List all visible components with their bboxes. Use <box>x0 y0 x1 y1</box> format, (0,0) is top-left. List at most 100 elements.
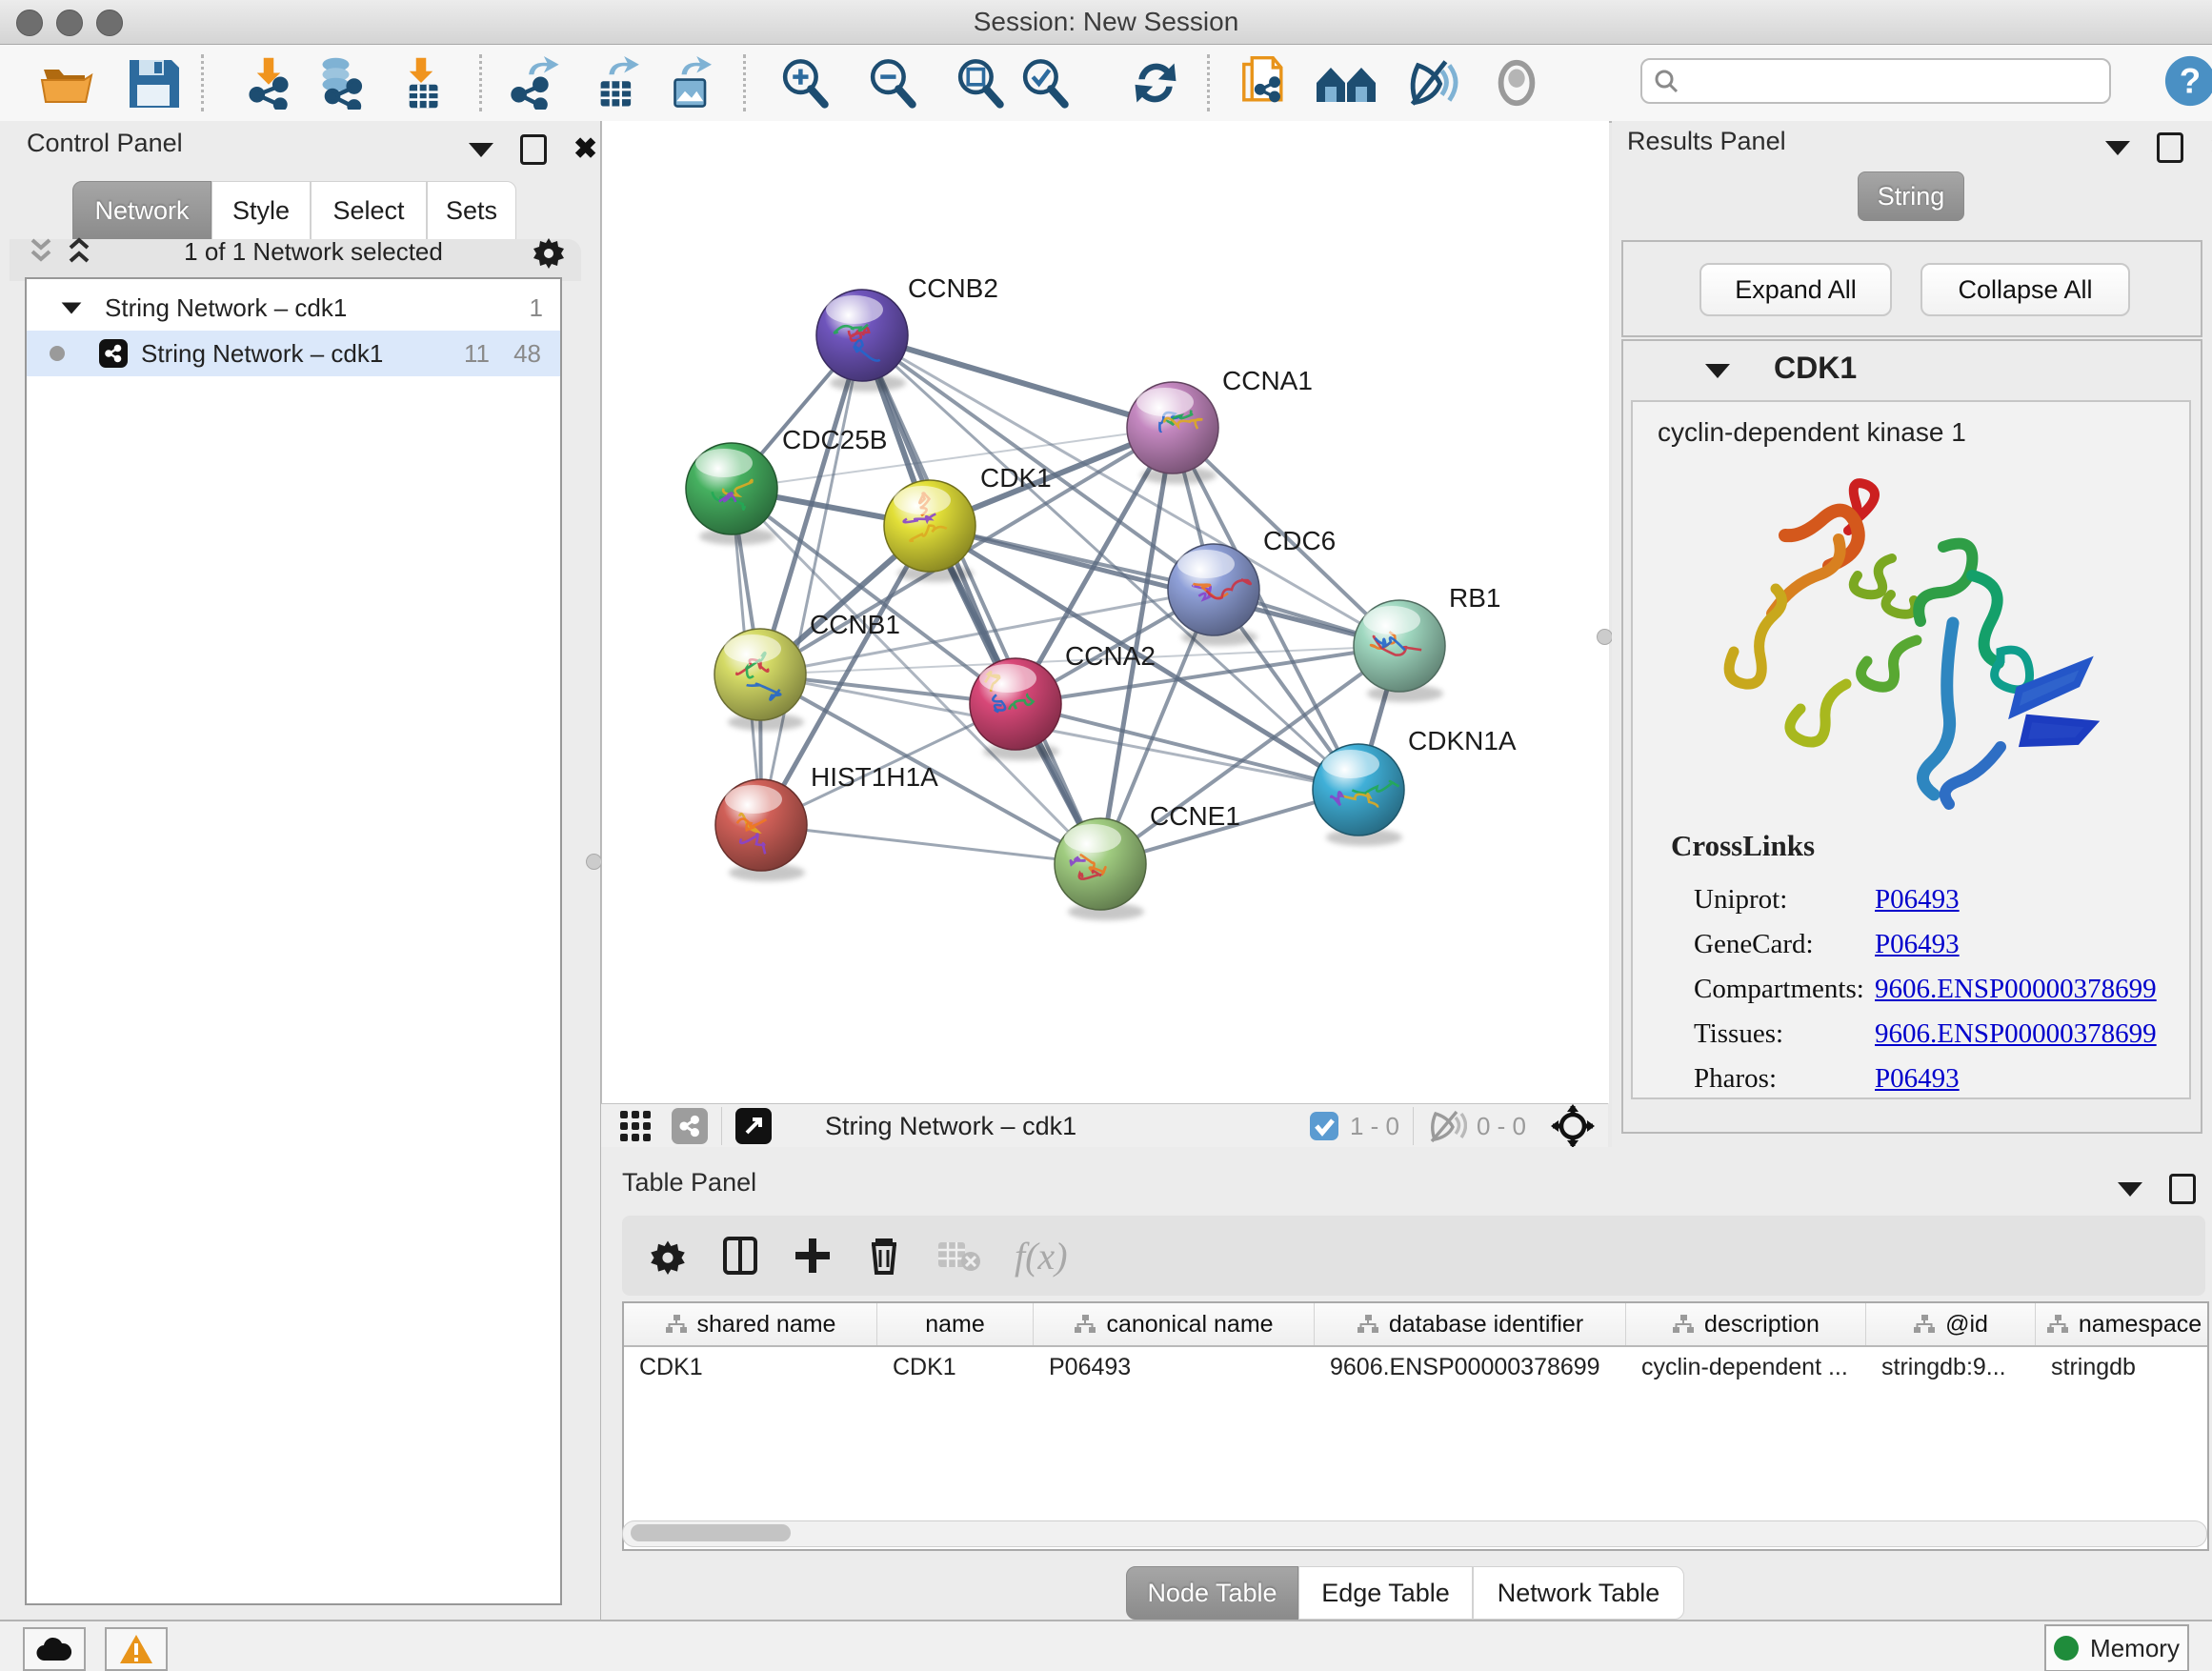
results-panel-float-icon[interactable] <box>2105 141 2130 155</box>
collapse-all-button[interactable]: Collapse All <box>1920 263 2130 316</box>
network-node-cdk1[interactable]: CDK1 <box>884 463 1052 582</box>
zoom-out-icon[interactable] <box>863 56 920 110</box>
string-view-icon[interactable] <box>672 1108 708 1144</box>
toolbar-separator <box>1207 54 1210 111</box>
table-panel-float-icon[interactable] <box>2118 1182 2142 1197</box>
control-panel-maximize-icon[interactable] <box>520 134 547 165</box>
collapse-all-networks-icon[interactable] <box>25 236 57 267</box>
network-options-gear-icon[interactable] <box>532 234 566 269</box>
birds-eye-view-icon[interactable] <box>1315 56 1377 110</box>
memory-button[interactable]: Memory <box>2044 1624 2189 1671</box>
crosslink-link[interactable]: P06493 <box>1875 929 1960 960</box>
column-header-shared-name[interactable]: shared name <box>624 1303 877 1345</box>
column-header-namespace[interactable]: namespace <box>2036 1303 2209 1345</box>
open-in-window-icon[interactable] <box>735 1108 772 1144</box>
table-cell[interactable]: cyclin-dependent ... <box>1626 1347 1866 1387</box>
grid-view-icon[interactable] <box>616 1107 654 1145</box>
network-row-selected[interactable]: String Network – cdk1 11 48 <box>27 331 560 376</box>
crosslink-link[interactable]: 9606.ENSP00000378699 <box>1875 974 2157 1005</box>
network-node-ccnb2[interactable]: CCNB2 <box>816 273 998 392</box>
show-columns-icon[interactable] <box>721 1235 759 1277</box>
table-cell[interactable]: stringdb <box>2036 1347 2209 1387</box>
collection-expand-icon[interactable] <box>62 302 82 313</box>
help-icon[interactable]: ? <box>2162 54 2212 108</box>
results-splitter-handle[interactable] <box>1597 629 1613 645</box>
crosslink-label: Tissues: <box>1694 1018 1875 1050</box>
expand-all-networks-icon[interactable] <box>63 236 95 267</box>
table-cell[interactable]: stringdb:9... <box>1866 1347 2036 1387</box>
delete-table-icon <box>936 1238 980 1273</box>
save-session-icon[interactable] <box>126 56 181 110</box>
network-view-title: String Network – cdk1 <box>825 1112 1076 1141</box>
table-options-gear-icon[interactable] <box>649 1237 687 1275</box>
table-panel-maximize-icon[interactable] <box>2169 1174 2196 1204</box>
crosslink-link[interactable]: P06493 <box>1875 1063 1960 1095</box>
hide-selected-icon[interactable] <box>1402 56 1459 110</box>
control-panel-float-icon[interactable] <box>469 143 493 157</box>
column-header-database-identifier[interactable]: database identifier <box>1315 1303 1626 1345</box>
selected-checkbox-icon[interactable] <box>1308 1110 1340 1142</box>
zoom-in-icon[interactable] <box>775 56 833 110</box>
table-horizontal-scrollbar[interactable] <box>622 1520 2207 1547</box>
results-panel: Results Panel ✖ String Expand All Collap… <box>1612 121 2212 1147</box>
tab-edge-table[interactable]: Edge Table <box>1298 1566 1473 1620</box>
search-box[interactable] <box>1640 58 2111 104</box>
table-cell[interactable]: P06493 <box>1034 1347 1315 1387</box>
warnings-button[interactable] <box>105 1627 168 1671</box>
column-header--id[interactable]: @id <box>1866 1303 2036 1345</box>
node-table[interactable]: shared namenamecanonical namedatabase id… <box>622 1301 2209 1551</box>
column-header-canonical-name[interactable]: canonical name <box>1034 1303 1315 1345</box>
crosslink-link[interactable]: P06493 <box>1875 884 1960 916</box>
tab-network-table[interactable]: Network Table <box>1473 1566 1684 1620</box>
network-node-count: 11 <box>464 339 490 369</box>
results-panel-maximize-icon[interactable] <box>2157 132 2183 163</box>
tab-node-table[interactable]: Node Table <box>1126 1566 1298 1620</box>
table-cell[interactable]: CDK1 <box>877 1347 1034 1387</box>
export-network-icon[interactable] <box>507 56 566 110</box>
table-cell[interactable]: 9606.ENSP00000378699 <box>1315 1347 1626 1387</box>
export-table-icon[interactable] <box>591 56 646 110</box>
refresh-icon[interactable] <box>1128 56 1183 110</box>
search-input[interactable] <box>1679 67 2082 96</box>
control-panel-close-icon[interactable]: ✖ <box>573 137 597 162</box>
table-row[interactable]: CDK1CDK1P064939606.ENSP00000378699cyclin… <box>624 1347 2207 1387</box>
gene-section-collapse-icon[interactable] <box>1705 364 1730 378</box>
left-splitter-handle[interactable] <box>586 854 602 870</box>
tab-string[interactable]: String <box>1858 171 1964 221</box>
import-table-file-icon[interactable] <box>394 56 448 110</box>
network-node-rb1[interactable]: RB1 <box>1354 583 1500 702</box>
gene-description: cyclin-dependent kinase 1 <box>1658 417 1966 448</box>
zoom-selected-icon[interactable] <box>1016 56 1073 110</box>
control-panel: Control Panel ✖ Network Style Select Set… <box>0 121 601 1620</box>
cloud-status-button[interactable] <box>23 1627 86 1671</box>
network-collection-row[interactable]: String Network – cdk1 1 <box>27 285 560 331</box>
network-node-hist1h1a[interactable]: HIST1H1A <box>715 762 938 881</box>
table-cell[interactable]: CDK1 <box>624 1347 877 1387</box>
network-node-cdkn1a[interactable]: CDKN1A <box>1313 726 1517 846</box>
delete-column-icon[interactable] <box>866 1235 902 1277</box>
network-canvas[interactable]: CCNB2CCNA1CDC25BCDK1CDC6RB1CCNB1CCNA2CDK… <box>601 121 1609 1103</box>
network-node-cdc25b[interactable]: CDC25B <box>686 425 887 545</box>
crosslink-link[interactable]: 9606.ENSP00000378699 <box>1875 1018 2157 1050</box>
open-session-icon[interactable] <box>38 56 97 110</box>
hidden-eye-icon[interactable] <box>1427 1109 1467 1143</box>
title-bar: Session: New Session <box>0 0 2212 45</box>
scrollbar-thumb[interactable] <box>631 1524 791 1541</box>
column-header-name[interactable]: name <box>877 1303 1034 1345</box>
column-header-description[interactable]: description <box>1626 1303 1866 1345</box>
network-node-cdc6[interactable]: CDC6 <box>1168 526 1336 646</box>
network-node-ccne1[interactable]: CCNE1 <box>1055 801 1240 920</box>
function-builder-icon: f(x) <box>1015 1234 1068 1278</box>
import-network-database-icon[interactable] <box>309 56 370 110</box>
fit-content-crosshair-icon[interactable] <box>1551 1104 1595 1148</box>
create-column-icon[interactable] <box>794 1235 832 1277</box>
crosslink-row: Compartments:9606.ENSP00000378699 <box>1694 974 2189 1005</box>
show-all-icon[interactable] <box>1488 56 1545 110</box>
table-panel-title: Table Panel <box>622 1168 756 1198</box>
expand-all-button[interactable]: Expand All <box>1699 263 1892 316</box>
zoom-fit-icon[interactable] <box>951 56 1008 110</box>
new-network-from-selection-icon[interactable] <box>1235 56 1294 110</box>
import-network-file-icon[interactable] <box>240 56 297 110</box>
network-node-ccna1[interactable]: CCNA1 <box>1127 366 1313 484</box>
export-image-icon[interactable] <box>665 56 718 110</box>
